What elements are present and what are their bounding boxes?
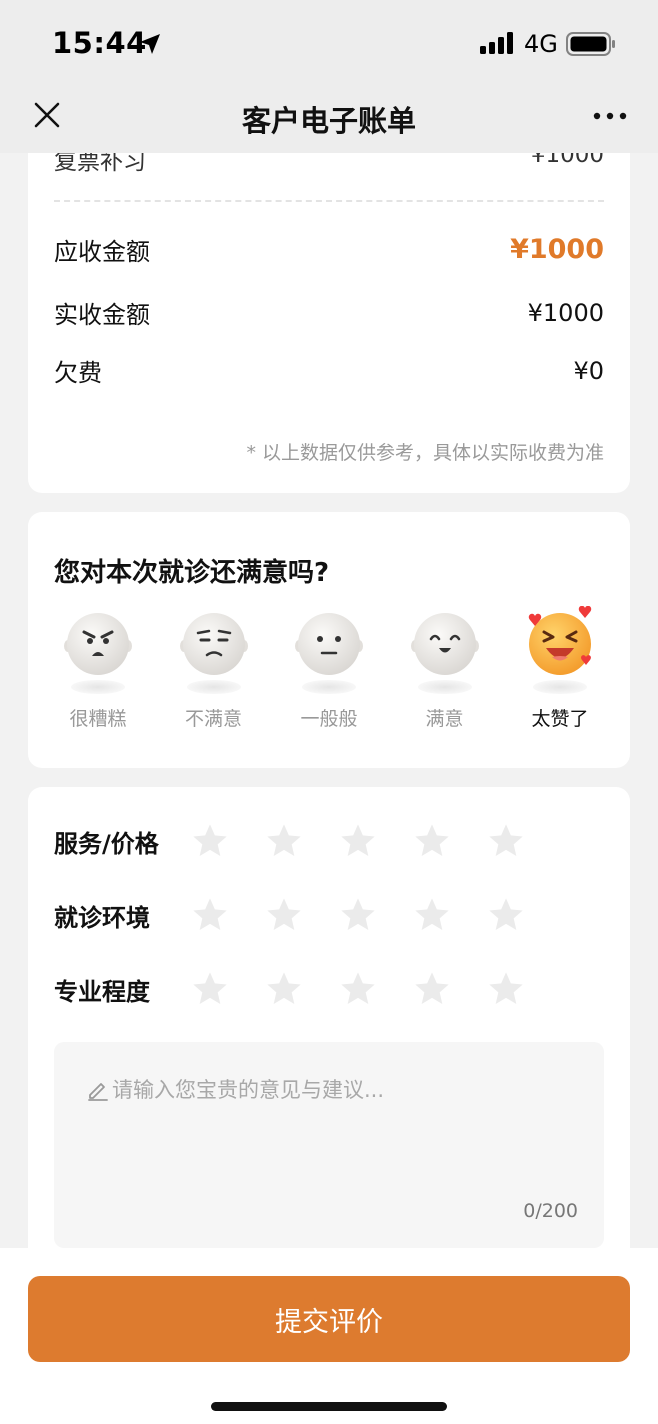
page-title: 客户电子账单 bbox=[241, 104, 416, 138]
comment-input[interactable] bbox=[112, 1070, 592, 1110]
satisfaction-card: 您对本次就诊还满意吗? 很糟糕 不满意 一般般 满意 太赞了 bbox=[28, 512, 630, 768]
satisfaction-option-label: 不满意 bbox=[184, 708, 242, 730]
bill-row-label: 欠费 bbox=[54, 359, 102, 387]
face-shadow bbox=[417, 680, 472, 694]
star-icon[interactable] bbox=[264, 969, 304, 1009]
bill-row-value: ¥0 bbox=[573, 356, 604, 385]
satisfaction-option-label: 很糟糕 bbox=[69, 708, 127, 730]
rating-label: 专业程度 bbox=[54, 977, 150, 1006]
bill-row-value: ¥1000 bbox=[527, 298, 604, 327]
cellular-signal-icon bbox=[480, 32, 513, 54]
star-rating bbox=[190, 821, 560, 861]
character-counter: 0/200 bbox=[523, 1200, 578, 1222]
satisfaction-question: 您对本次就诊还满意吗? bbox=[54, 558, 330, 588]
rating-label: 就诊环境 bbox=[54, 903, 150, 932]
star-icon[interactable] bbox=[264, 895, 304, 935]
satisfaction-options: 很糟糕 不满意 一般般 满意 太赞了 bbox=[42, 606, 616, 731]
location-arrow-icon bbox=[140, 34, 160, 54]
face-shadow bbox=[186, 680, 241, 694]
star-icon[interactable] bbox=[264, 821, 304, 861]
star-rating bbox=[190, 895, 560, 935]
bill-row-label: 实收金额 bbox=[54, 301, 150, 329]
pen-icon bbox=[88, 1083, 108, 1101]
star-icon[interactable] bbox=[190, 895, 230, 935]
angry-face-icon bbox=[64, 613, 132, 675]
star-rating bbox=[190, 969, 560, 1009]
dashed-divider bbox=[54, 200, 604, 202]
bill-row-received: 实收金额 ¥1000 bbox=[54, 295, 604, 330]
face-shadow bbox=[71, 680, 125, 694]
frowning-face-icon bbox=[179, 613, 248, 675]
bottom-bar: 提交评价 bbox=[0, 1248, 658, 1424]
satisfaction-option-label: 太赞了 bbox=[531, 708, 589, 730]
satisfaction-option-label: 满意 bbox=[425, 708, 464, 730]
star-icon[interactable] bbox=[338, 821, 378, 861]
satisfaction-option-unsatisfied[interactable]: 不满意 bbox=[158, 606, 270, 731]
rating-row-service-price: 服务/价格 bbox=[54, 821, 560, 861]
bill-row-value: ¥1000 bbox=[510, 234, 604, 265]
bill-row-label: 应收金额 bbox=[54, 238, 150, 266]
face-shadow bbox=[533, 680, 587, 694]
star-icon[interactable] bbox=[412, 895, 452, 935]
rating-row-professionalism: 专业程度 bbox=[54, 969, 560, 1009]
top-bar: 15:44 4G 客户电子账单 bbox=[0, 0, 658, 153]
network-type: 4G bbox=[524, 30, 558, 58]
star-icon[interactable] bbox=[190, 969, 230, 1009]
battery-icon bbox=[566, 32, 615, 56]
star-icon[interactable] bbox=[486, 895, 526, 935]
star-icon[interactable] bbox=[338, 895, 378, 935]
status-time: 15:44 bbox=[52, 26, 147, 60]
smiling-face-icon bbox=[410, 613, 479, 675]
bill-disclaimer: * 以上数据仅供参考，具体以实际收费为准 bbox=[246, 442, 604, 464]
star-icon[interactable] bbox=[486, 821, 526, 861]
satisfaction-option-label: 一般般 bbox=[300, 708, 358, 730]
more-options-icon[interactable] bbox=[592, 108, 628, 124]
submit-review-button[interactable]: 提交评价 bbox=[28, 1276, 630, 1362]
star-icon[interactable] bbox=[412, 821, 452, 861]
bill-row-receivable: 应收金额 ¥1000 bbox=[54, 232, 604, 267]
star-icon[interactable] bbox=[190, 821, 230, 861]
satisfaction-option-satisfied[interactable]: 满意 bbox=[389, 606, 501, 731]
home-indicator bbox=[211, 1402, 447, 1411]
face-shadow bbox=[302, 680, 356, 694]
neutral-face-icon bbox=[295, 613, 363, 675]
star-icon[interactable] bbox=[412, 969, 452, 1009]
bill-summary-card: 复票补习 ¥1000 应收金额 ¥1000 实收金额 ¥1000 欠费 ¥0 *… bbox=[28, 120, 630, 493]
satisfaction-option-terrible[interactable]: 很糟糕 bbox=[42, 606, 154, 731]
comment-box: 0/200 bbox=[54, 1042, 604, 1248]
star-icon[interactable] bbox=[486, 969, 526, 1009]
love-face-icon bbox=[528, 606, 592, 675]
bill-row-arrears: 欠费 ¥0 bbox=[54, 353, 604, 388]
rating-card: 服务/价格 就诊环境 专业程度 请输入您宝贵的意见与建议... 0/200 bbox=[28, 787, 630, 1257]
star-icon[interactable] bbox=[338, 969, 378, 1009]
rating-label: 服务/价格 bbox=[54, 829, 159, 858]
rating-row-environment: 就诊环境 bbox=[54, 895, 560, 935]
satisfaction-option-excellent[interactable]: 太赞了 bbox=[504, 606, 616, 731]
satisfaction-option-neutral[interactable]: 一般般 bbox=[273, 606, 385, 731]
